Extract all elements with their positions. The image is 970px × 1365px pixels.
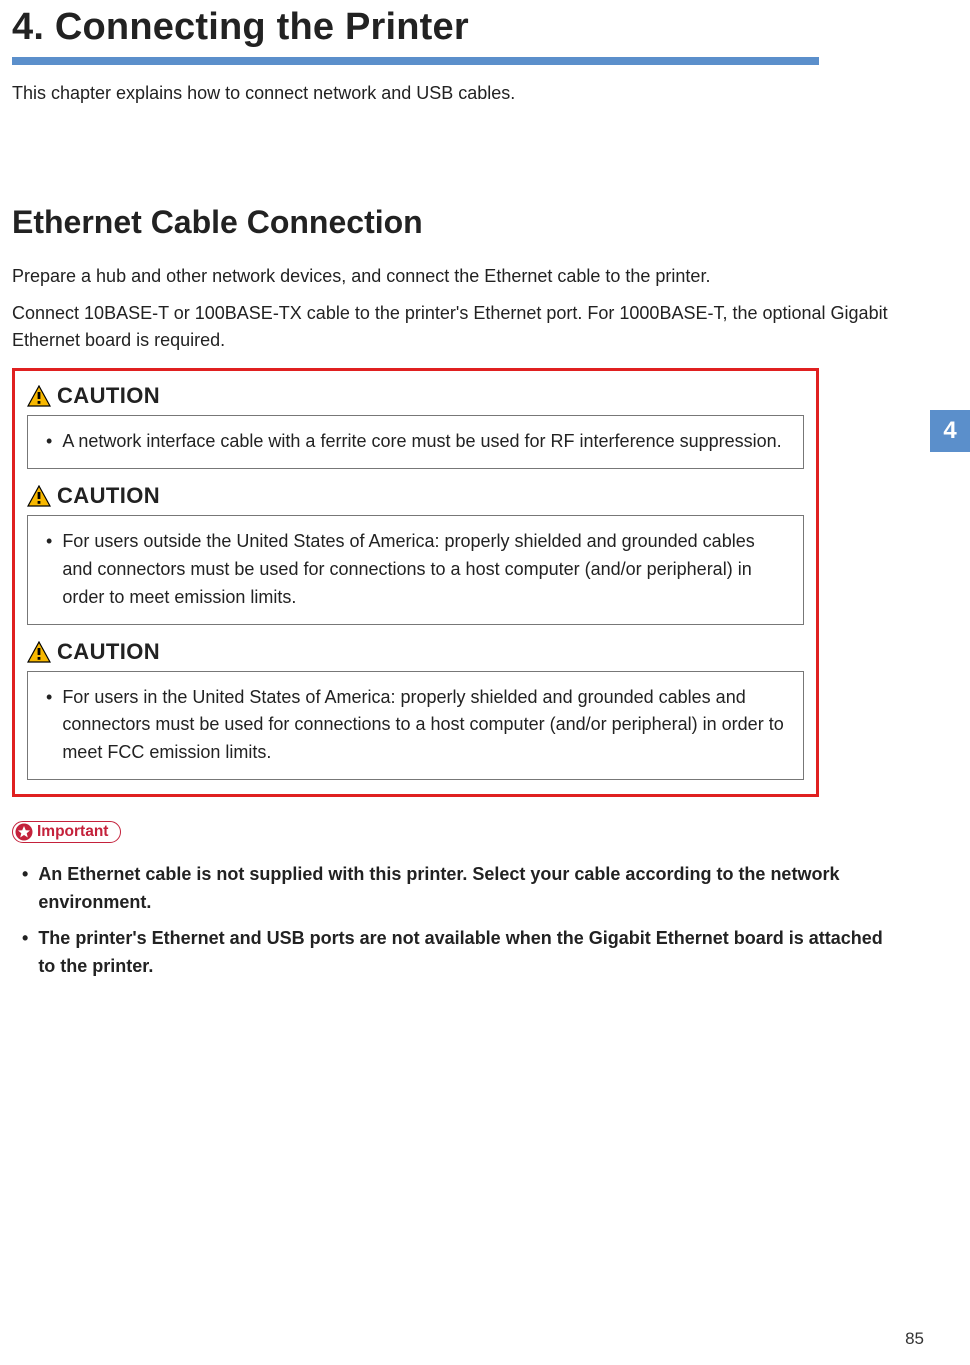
caution-label: CAUTION <box>57 483 160 509</box>
warning-triangle-icon <box>27 641 51 663</box>
star-badge-icon <box>15 823 33 841</box>
caution-text: For users outside the United States of A… <box>62 528 789 612</box>
caution-text: For users in the United States of Americ… <box>62 684 789 768</box>
caution-box: • For users outside the United States of… <box>27 515 804 625</box>
important-list: • An Ethernet cable is not supplied with… <box>12 861 900 981</box>
bullet-icon: • <box>36 428 52 456</box>
caution-label: CAUTION <box>57 383 160 409</box>
important-label: Important <box>37 823 108 841</box>
page-number: 85 <box>905 1329 924 1349</box>
bullet-icon: • <box>12 925 28 981</box>
important-item: • The printer's Ethernet and USB ports a… <box>12 925 900 981</box>
page-content: 4. Connecting the Printer This chapter e… <box>0 6 970 981</box>
chapter-intro: This chapter explains how to connect net… <box>12 83 900 104</box>
caution-item: • For users outside the United States of… <box>36 528 789 612</box>
important-tag: Important <box>12 821 121 843</box>
bullet-icon: • <box>36 684 52 768</box>
caution-label: CAUTION <box>57 639 160 665</box>
bullet-icon: • <box>12 861 28 917</box>
section-title: Ethernet Cable Connection <box>12 204 900 241</box>
caution-heading: CAUTION <box>27 483 804 509</box>
caution-text: A network interface cable with a ferrite… <box>62 428 781 456</box>
caution-item: • For users in the United States of Amer… <box>36 684 789 768</box>
section-paragraph-1: Prepare a hub and other network devices,… <box>12 263 892 290</box>
chapter-title: 4. Connecting the Printer <box>12 6 900 49</box>
warning-triangle-icon <box>27 385 51 407</box>
bullet-icon: • <box>36 528 52 612</box>
caution-highlight-block: CAUTION • A network interface cable with… <box>12 368 819 797</box>
important-item: • An Ethernet cable is not supplied with… <box>12 861 900 917</box>
caution-box: • For users in the United States of Amer… <box>27 671 804 781</box>
important-text: An Ethernet cable is not supplied with t… <box>38 861 900 917</box>
section-paragraph-2: Connect 10BASE-T or 100BASE-TX cable to … <box>12 300 892 354</box>
caution-box: • A network interface cable with a ferri… <box>27 415 804 469</box>
caution-heading: CAUTION <box>27 639 804 665</box>
caution-item: • A network interface cable with a ferri… <box>36 428 789 456</box>
caution-heading: CAUTION <box>27 383 804 409</box>
title-underline <box>12 57 819 65</box>
warning-triangle-icon <box>27 485 51 507</box>
important-text: The printer's Ethernet and USB ports are… <box>38 925 900 981</box>
